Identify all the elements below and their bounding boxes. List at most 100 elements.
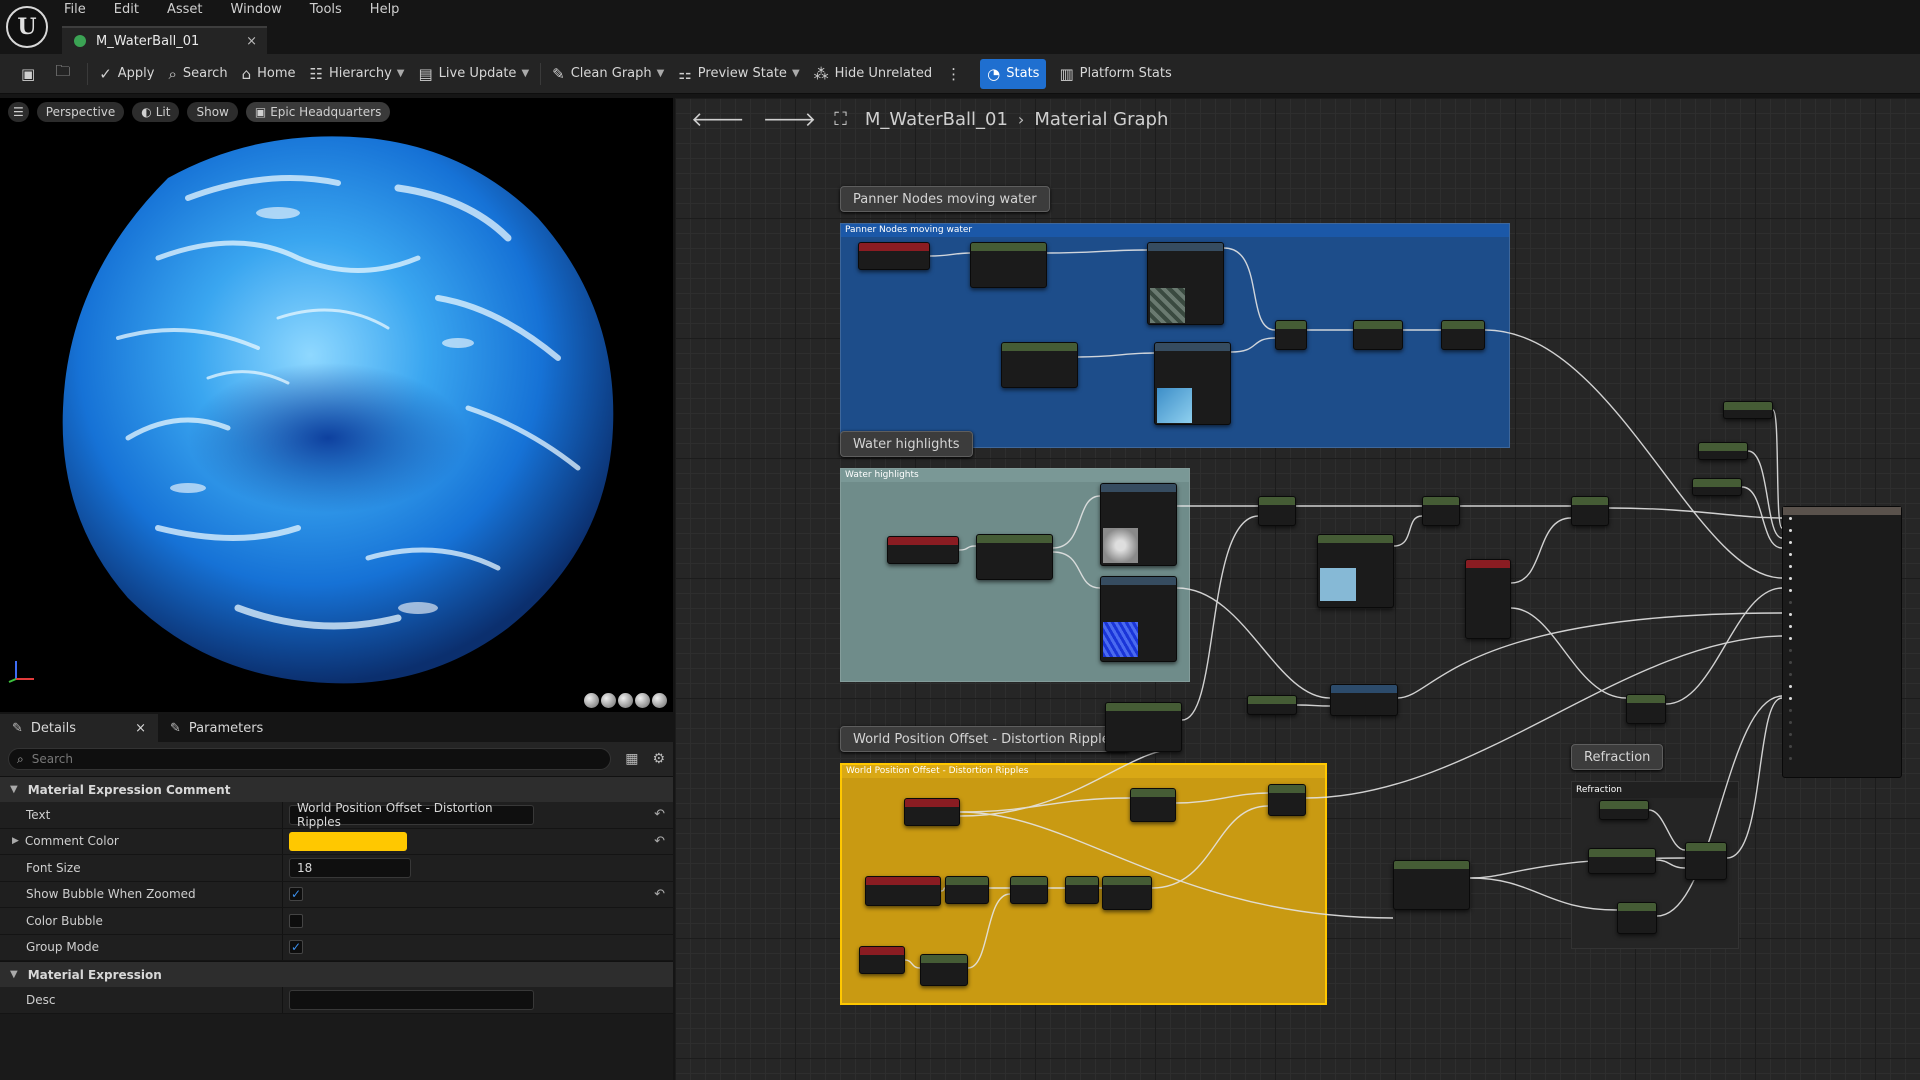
- multiply-node[interactable]: [1268, 784, 1306, 816]
- pin-base-color[interactable]: [1789, 517, 1795, 522]
- time-node[interactable]: [859, 946, 905, 974]
- pin-shading-model[interactable]: [1789, 721, 1795, 726]
- toolbar-more-button[interactable]: ⋮: [939, 59, 974, 89]
- crumb-graph[interactable]: Material Graph: [1034, 109, 1168, 130]
- preview-mesh-icon[interactable]: [652, 693, 667, 708]
- fresnel-node[interactable]: [1105, 702, 1182, 752]
- reset-icon[interactable]: ↶: [654, 834, 665, 849]
- pin-emissive-color[interactable]: [1789, 577, 1795, 582]
- material-graph[interactable]: 🡐 🡒 ⛶ M_WaterBall_01 › Material Graph Pa…: [675, 98, 1920, 1080]
- comment-bubble-wpo[interactable]: World Position Offset - Distortion Rippl…: [840, 726, 1130, 752]
- perspective-button[interactable]: Perspective: [36, 102, 125, 122]
- comment-bubble-highlights[interactable]: Water highlights: [840, 431, 973, 457]
- gear-icon[interactable]: ⚙: [652, 751, 665, 767]
- menu-window[interactable]: Window: [231, 2, 282, 22]
- pin-normal[interactable]: [1789, 613, 1795, 618]
- sine-node[interactable]: [1065, 876, 1099, 904]
- forward-arrow-icon[interactable]: 🡒: [763, 107, 817, 131]
- panner-node[interactable]: [970, 242, 1047, 288]
- pin-opacity-mask[interactable]: [1789, 601, 1795, 606]
- close-tab-icon[interactable]: ×: [246, 34, 257, 49]
- pin-world-position-offset[interactable]: [1789, 637, 1795, 642]
- category-material-expression-comment[interactable]: ▼ Material Expression Comment: [0, 776, 673, 802]
- desc-input[interactable]: [289, 989, 534, 1010]
- constant-node[interactable]: [1599, 800, 1649, 820]
- comment-color-swatch[interactable]: [289, 831, 407, 851]
- pin-roughness[interactable]: [1789, 553, 1795, 558]
- pin-refraction[interactable]: [1789, 697, 1795, 702]
- comment-bubble-panner[interactable]: Panner Nodes moving water: [840, 186, 1050, 212]
- search-button[interactable]: ⌕ Search: [161, 59, 234, 89]
- menu-file[interactable]: File: [64, 2, 86, 22]
- hierarchy-button[interactable]: ☷ Hierarchy ▼: [302, 59, 411, 89]
- texcoord-node[interactable]: [865, 876, 941, 906]
- preview-plane-icon[interactable]: [618, 693, 633, 708]
- pin-specular[interactable]: [1789, 541, 1795, 546]
- unreal-logo-icon[interactable]: U: [6, 6, 48, 48]
- live-update-button[interactable]: ▤ Live Update ▼: [411, 59, 536, 89]
- menu-tools[interactable]: Tools: [310, 2, 342, 22]
- menu-edit[interactable]: Edit: [114, 2, 139, 22]
- mask-node[interactable]: [945, 876, 989, 904]
- pin-displacement[interactable]: [1789, 745, 1795, 750]
- multiply-node[interactable]: [1626, 694, 1666, 724]
- power-node[interactable]: [1102, 876, 1152, 910]
- pin-pixel-depth-offset[interactable]: [1789, 709, 1795, 714]
- multiply-node[interactable]: [1617, 902, 1657, 934]
- tab-details[interactable]: ✎ Details ×: [0, 714, 158, 742]
- preview-state-button[interactable]: ⚏ Preview State ▼: [671, 59, 806, 89]
- hide-unrelated-button[interactable]: ⁂ Hide Unrelated: [807, 59, 940, 89]
- pin-opacity[interactable]: [1789, 589, 1795, 594]
- vertex-normal-node[interactable]: [904, 798, 960, 826]
- menu-help[interactable]: Help: [370, 2, 400, 22]
- pin-tangent[interactable]: [1789, 625, 1795, 630]
- document-tab[interactable]: M_WaterBall_01 ×: [62, 26, 267, 54]
- show-button[interactable]: Show: [187, 102, 238, 122]
- pin-custom-data[interactable]: [1789, 661, 1795, 666]
- material-result-node[interactable]: [1782, 506, 1902, 778]
- pin-surface-thickness[interactable]: [1789, 733, 1795, 738]
- close-details-icon[interactable]: ×: [135, 721, 146, 736]
- menu-asset[interactable]: Asset: [167, 2, 203, 22]
- multiply-node[interactable]: [1130, 788, 1176, 822]
- preview-cube-icon[interactable]: [635, 693, 650, 708]
- expand-arrow-icon[interactable]: ▶: [12, 836, 19, 846]
- panner-node[interactable]: [1001, 342, 1078, 388]
- multiply-node[interactable]: [1258, 496, 1296, 526]
- environment-button[interactable]: ▣ Epic Headquarters: [245, 102, 391, 122]
- category-material-expression[interactable]: ▼ Material Expression: [0, 961, 673, 987]
- back-arrow-icon[interactable]: 🡐: [691, 107, 745, 131]
- table-view-icon[interactable]: ▦: [625, 751, 638, 767]
- panner-node[interactable]: [976, 534, 1053, 580]
- pin-subsurface[interactable]: [1789, 649, 1795, 654]
- crumb-asset[interactable]: M_WaterBall_01: [865, 109, 1008, 130]
- show-bubble-checkbox[interactable]: ✓: [289, 887, 303, 902]
- preview-viewport[interactable]: ☰ Perspective ◐ Lit Show ▣ Epic Headquarte…: [0, 98, 673, 712]
- reset-icon[interactable]: ↶: [654, 887, 665, 902]
- texcoord-node[interactable]: [887, 536, 959, 564]
- add-node[interactable]: [1275, 320, 1307, 350]
- constant-node[interactable]: [1723, 401, 1773, 419]
- lit-button[interactable]: ◐ Lit: [132, 102, 180, 122]
- group-mode-checkbox[interactable]: ✓: [289, 940, 303, 955]
- fresnel-node[interactable]: [1393, 860, 1470, 910]
- platform-stats-button[interactable]: ▥ Platform Stats: [1052, 59, 1178, 89]
- pin-front-material[interactable]: [1789, 757, 1795, 762]
- tab-parameters[interactable]: ✎ Parameters: [158, 714, 275, 742]
- lerp-node[interactable]: [1685, 842, 1727, 880]
- stats-button[interactable]: ◔ Stats: [980, 58, 1047, 89]
- constant-node[interactable]: [1692, 478, 1742, 496]
- refraction-scalar-node[interactable]: [1588, 848, 1656, 874]
- details-search-input[interactable]: ⌕ Search: [8, 748, 612, 770]
- multiply-node[interactable]: [1571, 496, 1609, 526]
- particle-color-node[interactable]: [1465, 559, 1511, 639]
- pin-clear-coat[interactable]: [1789, 673, 1795, 678]
- constant-node[interactable]: [1247, 695, 1297, 715]
- add-node[interactable]: [1010, 876, 1048, 904]
- pin-ambient-occlusion[interactable]: [1789, 685, 1795, 690]
- color-bubble-checkbox[interactable]: [289, 913, 303, 928]
- browse-asset-button[interactable]: 🗀: [48, 59, 83, 89]
- save-button[interactable]: ▣: [14, 59, 48, 89]
- preview-sphere-icon[interactable]: [601, 693, 616, 708]
- flatten-normal-node[interactable]: [1330, 684, 1398, 716]
